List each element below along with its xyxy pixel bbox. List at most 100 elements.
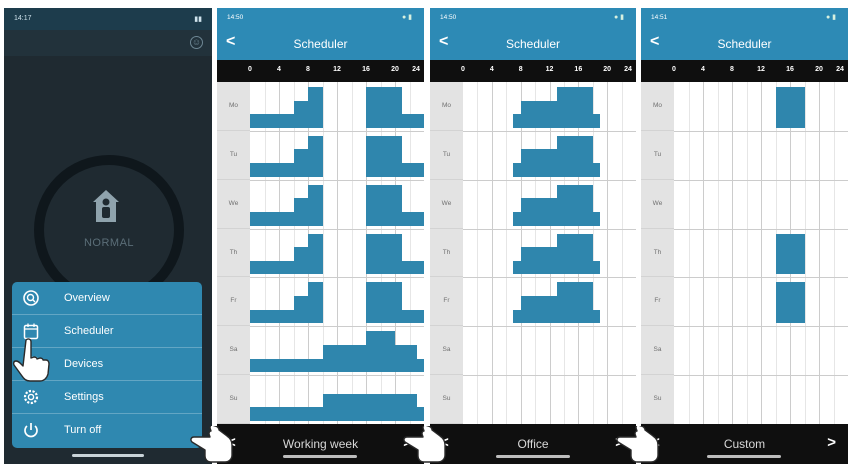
status-time: 14:50 [440, 14, 457, 21]
day-column: Mo Tu We Th Fr Sa Su [217, 82, 250, 424]
program-name: Custom [723, 437, 766, 451]
row-divider [250, 179, 424, 181]
schedule-bar[interactable] [308, 184, 323, 226]
schedule-bar[interactable] [592, 163, 600, 177]
schedule-bar[interactable] [322, 393, 417, 421]
grid-line-minor [746, 82, 748, 424]
schedule-bar[interactable] [416, 358, 424, 373]
grid-line [819, 82, 820, 424]
schedule-bar[interactable] [402, 163, 424, 177]
schedule-bar[interactable] [250, 407, 323, 421]
schedule-bar[interactable] [250, 358, 323, 373]
schedule-bar[interactable] [366, 135, 403, 177]
status-bar: 14:17 ▮▮ [4, 8, 212, 30]
home-indicator [72, 454, 144, 457]
schedule-bar[interactable] [250, 309, 294, 324]
schedule-bar[interactable] [308, 282, 323, 324]
next-program-button[interactable]: > [827, 434, 836, 451]
menu-item-settings[interactable]: Settings [12, 381, 202, 414]
schedule-bar[interactable] [402, 114, 424, 128]
schedule-grid[interactable] [674, 82, 848, 424]
schedule-bar[interactable] [775, 233, 805, 275]
page-title: Scheduler [293, 37, 348, 51]
schedule-bar[interactable] [520, 247, 557, 275]
schedule-bar[interactable] [293, 296, 308, 324]
schedule-bar[interactable] [513, 211, 521, 226]
schedule-grid[interactable] [463, 82, 636, 424]
schedule-bar[interactable] [293, 100, 308, 128]
grid-line-minor [688, 82, 690, 424]
schedule-bar[interactable] [556, 282, 593, 324]
schedule-bar[interactable] [513, 163, 521, 177]
power-icon [24, 423, 38, 438]
schedule-bar[interactable] [520, 296, 557, 324]
day-label: Fr [430, 277, 463, 327]
schedule-bar[interactable] [592, 260, 600, 275]
hour-axis: 0 4 8 12 16 20 24 [430, 60, 636, 82]
day-label: Mo [430, 82, 463, 131]
schedule-bar[interactable] [592, 114, 600, 128]
schedule-bar[interactable] [293, 149, 308, 177]
schedule-bar[interactable] [592, 211, 600, 226]
schedule-bar[interactable] [395, 344, 417, 373]
day-label: Sa [430, 326, 463, 376]
schedule-bar[interactable] [556, 87, 593, 128]
schedule-bar[interactable] [308, 233, 323, 275]
menu-item-overview[interactable]: Overview [12, 282, 202, 315]
grid-line-minor [351, 82, 353, 424]
row-divider [463, 375, 636, 377]
hour-label: 4 [489, 66, 494, 73]
schedule-bar[interactable] [250, 163, 294, 177]
overview-icon [23, 290, 39, 306]
schedule-bar[interactable] [513, 114, 521, 128]
schedule-bar[interactable] [592, 309, 600, 324]
schedule-bar[interactable] [366, 331, 395, 373]
house-person-icon [93, 190, 119, 222]
schedule-bar[interactable] [775, 282, 805, 324]
hour-label: 4 [277, 66, 281, 73]
schedule-grid[interactable] [250, 82, 424, 424]
hour-label: 12 [545, 66, 554, 73]
schedule-bar[interactable] [402, 260, 424, 275]
schedule-bar[interactable] [250, 260, 294, 275]
schedule-bar[interactable] [513, 309, 521, 324]
schedule-bar[interactable] [308, 87, 323, 128]
schedule-bar[interactable] [556, 184, 593, 226]
scheduler-screen-custom: 14:51 ● ▮ < Scheduler 0 4 8 12 16 20 24 Mo Tu We… [641, 8, 848, 464]
grid-line-minor [477, 82, 479, 424]
schedule-bar[interactable] [250, 114, 294, 128]
schedule-bar[interactable] [775, 87, 805, 128]
menu-label-scheduler: Scheduler [64, 325, 114, 337]
top-bar: ☺ [4, 30, 212, 56]
schedule-bar[interactable] [520, 100, 557, 128]
schedule-bar[interactable] [366, 87, 403, 128]
schedule-bar[interactable] [402, 309, 424, 324]
schedule-bar[interactable] [520, 198, 557, 226]
schedule-bar[interactable] [250, 211, 294, 226]
schedule-bar[interactable] [402, 211, 424, 226]
row-divider [674, 179, 848, 181]
day-label: We [430, 180, 463, 229]
schedule-bar[interactable] [322, 344, 366, 373]
day-label: Fr [217, 277, 250, 327]
schedule-bar[interactable] [366, 233, 403, 275]
schedule-bar[interactable] [416, 407, 424, 421]
hour-label: 20 [815, 66, 823, 73]
smiley-icon[interactable]: ☺ [190, 36, 203, 49]
schedule-bar[interactable] [293, 247, 308, 275]
menu-item-turn-off[interactable]: Turn off [12, 414, 202, 447]
schedule-bar[interactable] [366, 282, 403, 324]
tap-hand-icon [12, 338, 50, 382]
scheduler-header: < Scheduler [217, 28, 424, 60]
grid-line-minor [322, 82, 324, 424]
schedule-bar[interactable] [366, 184, 403, 226]
schedule-bar[interactable] [308, 135, 323, 177]
schedule-bar[interactable] [556, 233, 593, 275]
grid-line [491, 82, 493, 424]
schedule-bar[interactable] [293, 198, 308, 226]
program-selector: < Working week > [217, 424, 424, 464]
schedule-bar[interactable] [520, 149, 557, 177]
schedule-bar[interactable] [556, 135, 593, 177]
schedule-bar[interactable] [513, 260, 521, 275]
day-label: Th [641, 229, 674, 278]
